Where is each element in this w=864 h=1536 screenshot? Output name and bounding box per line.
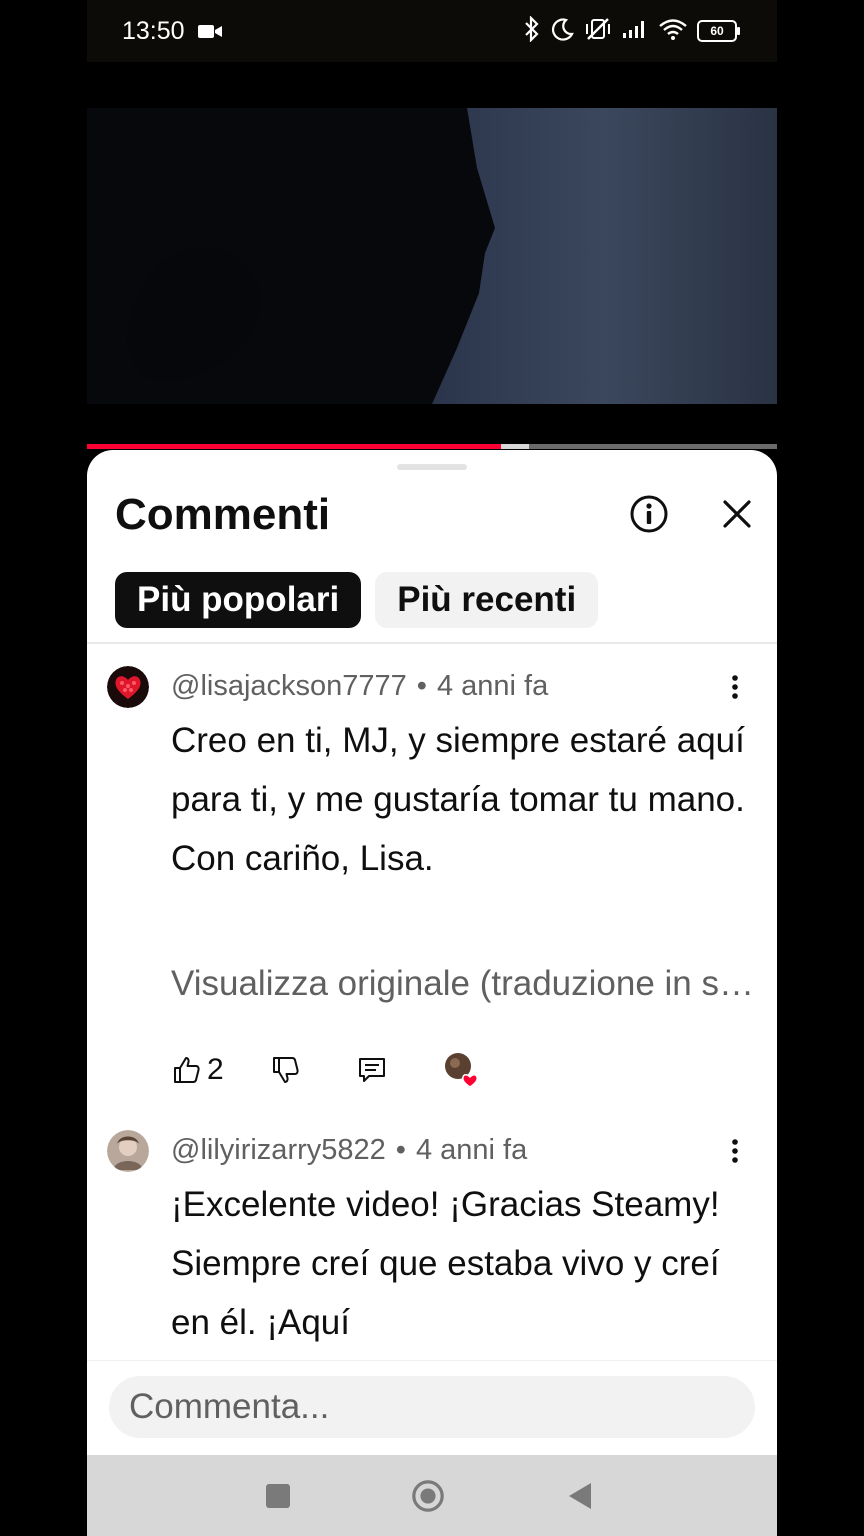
comment-text: Creo en ti, MJ, y siempre estaré aquí pa… [171, 721, 745, 878]
info-button[interactable] [629, 494, 669, 534]
video-player[interactable] [87, 108, 777, 404]
comment-more-button[interactable] [723, 672, 747, 702]
more-vertical-icon [732, 675, 738, 699]
back-button[interactable] [563, 1479, 597, 1513]
dislike-button[interactable] [270, 1055, 300, 1085]
comments-list[interactable]: @lisajackson7777 • 4 anni fa Creo en ti, M… [87, 644, 777, 1360]
video-buffer-fill [501, 444, 529, 449]
creator-heart-icon [444, 1053, 478, 1088]
thumbs-down-icon [272, 1057, 299, 1083]
info-icon [630, 495, 668, 533]
more-vertical-icon [732, 1139, 738, 1163]
reply-button[interactable] [357, 1055, 387, 1085]
reply-comment-icon [358, 1058, 385, 1082]
phone-screen: 13:50 60 Commenti Più popolari Più recen… [87, 0, 777, 1536]
comment-time: 4 anni fa [415, 1134, 528, 1166]
view-original-link[interactable]: Visualizza originale (traduzione in spag… [171, 964, 761, 1004]
comment-meta: @lilyirizarry5822 • 4 anni fa [171, 1134, 528, 1166]
square-icon [266, 1484, 290, 1508]
video-frame-silhouette [87, 108, 495, 404]
sort-tabs: Più popolari Più recenti [115, 572, 599, 628]
comment-meta: @lisajackson7777 • 4 anni fa [171, 670, 549, 702]
tab-most-recent[interactable]: Più recenti [375, 572, 599, 628]
signal-icon [621, 19, 649, 44]
bluetooth-icon [522, 14, 542, 47]
moon-icon [551, 17, 575, 46]
navigation-bar [87, 1455, 777, 1536]
close-icon [723, 500, 751, 528]
status-bar: 13:50 60 [87, 0, 777, 62]
tab-most-popular[interactable]: Più popolari [115, 572, 362, 628]
comment-author[interactable]: @lisajackson7777 [171, 670, 407, 702]
comment-more-button[interactable] [723, 1136, 747, 1166]
avatar[interactable] [107, 1130, 149, 1172]
comment-time: 4 anni fa [436, 670, 549, 702]
like-count: 2 [207, 1053, 224, 1086]
thumbs-up-icon [174, 1057, 200, 1083]
home-circle-icon [412, 1480, 444, 1512]
battery-icon: 60 [697, 20, 740, 42]
avatar[interactable] [107, 666, 149, 708]
recents-button[interactable] [261, 1479, 295, 1513]
comment-actions: 2 [171, 1052, 480, 1088]
video-progress-fill [87, 444, 501, 449]
close-button[interactable] [717, 494, 757, 534]
comment-text: ¡Excelente video! ¡Gracias Steamy! Siemp… [171, 1185, 720, 1342]
vibrate-off-icon [584, 16, 612, 47]
comments-title: Commenti [115, 490, 331, 539]
battery-level: 60 [710, 24, 724, 38]
video-camera-icon [197, 22, 223, 40]
status-time: 13:50 [122, 16, 185, 45]
like-button[interactable]: 2 [171, 1053, 224, 1087]
comment-input-bar [87, 1360, 777, 1455]
comment-author[interactable]: @lilyirizarry5822 [171, 1134, 386, 1166]
wifi-icon [658, 18, 688, 45]
home-button[interactable] [411, 1479, 445, 1513]
drag-handle[interactable] [397, 464, 467, 470]
comment-input[interactable] [109, 1376, 755, 1438]
creator-heart [444, 1052, 480, 1088]
comments-sheet: Commenti Più popolari Più recenti @lisaj… [87, 450, 777, 1455]
back-triangle-icon [569, 1483, 591, 1509]
video-progress-bar[interactable] [87, 444, 777, 449]
